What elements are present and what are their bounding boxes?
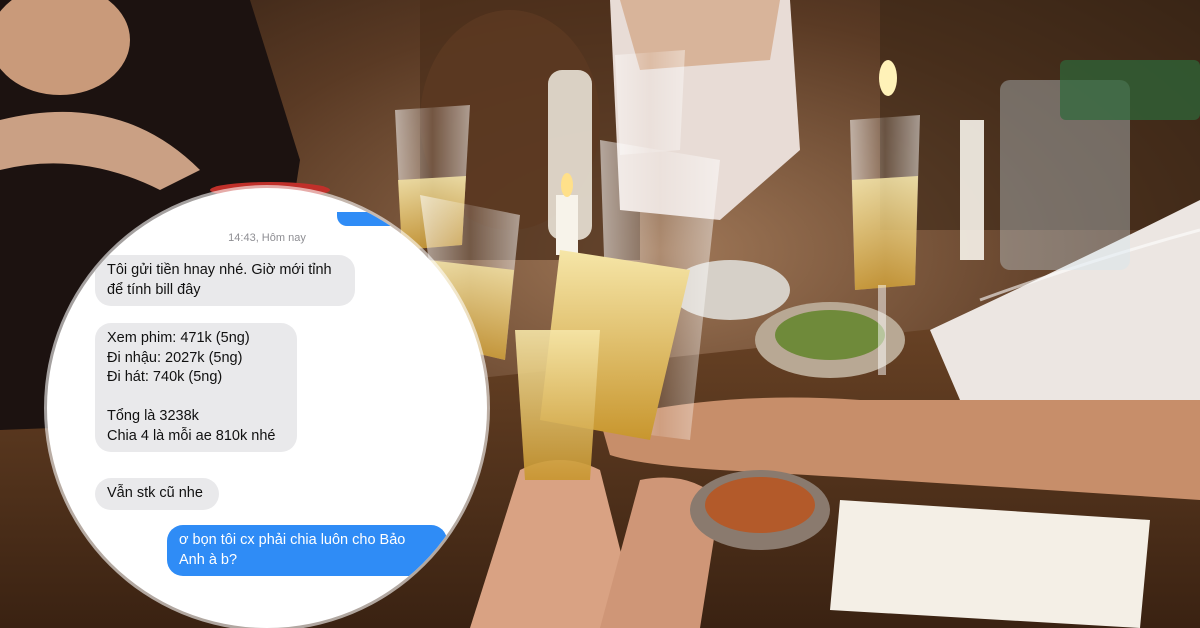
received-message-bubble: Xem phim: 471k (5ng) Đi nhậu: 2027k (5ng… — [95, 323, 297, 452]
chat-timestamp: 14:43, Hôm nay — [228, 232, 306, 244]
chat-screenshot-inset: 14:43, Hôm nay Tôi gửi tiền hnay nhé. Gi… — [47, 188, 487, 628]
received-message-bubble: Vẫn stk cũ nhe — [95, 478, 219, 510]
sent-message-bubble: ơ bọn tôi cx phải chia luôn cho Bảo Anh … — [167, 525, 447, 576]
photo-scene: 14:43, Hôm nay Tôi gửi tiền hnay nhé. Gi… — [0, 0, 1200, 628]
received-message-bubble: Tôi gửi tiền hnay nhé. Giờ mới tỉnh để t… — [95, 255, 355, 306]
chat-thread: 14:43, Hôm nay Tôi gửi tiền hnay nhé. Gi… — [47, 188, 487, 628]
previous-sent-bubble-edge — [337, 212, 427, 226]
